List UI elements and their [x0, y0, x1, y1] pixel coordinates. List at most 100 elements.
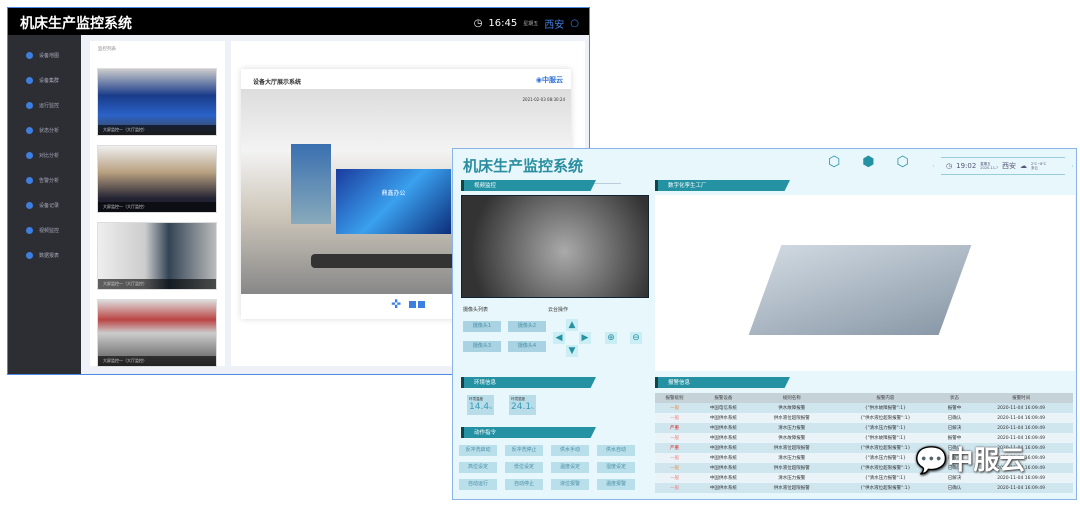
table-cell: 中国供水系统: [694, 443, 753, 453]
sidebar-item[interactable]: 视频监控: [8, 218, 81, 243]
command-button[interactable]: 温度报警: [597, 479, 635, 490]
nav-icon: [26, 202, 33, 209]
command-button[interactable]: 反冲洗停止: [505, 445, 543, 456]
table-row[interactable]: 严重 中国供水系统 清水压力报警 {"清水压力报警":1} 已解决 2020-11-04 …: [655, 423, 1073, 433]
brand-logo: ◉中服云: [535, 76, 563, 84]
thumbnail-caption: 大屏监控一（大厅监控）: [98, 279, 216, 289]
sidebar-item[interactable]: 状态分析: [8, 118, 81, 143]
digital-twin-view[interactable]: [655, 195, 1075, 371]
ptz-up-button[interactable]: ▲: [566, 319, 578, 331]
sidebar-item[interactable]: 设备集群: [8, 68, 81, 93]
dpad-icon[interactable]: ✜: [391, 297, 401, 311]
ptz-left-button[interactable]: ◀: [553, 332, 565, 344]
time: 19:02: [956, 162, 977, 170]
table-cell: 严重: [655, 443, 695, 453]
zoom-in-button[interactable]: [409, 301, 416, 308]
camera-button[interactable]: 摄像头2: [508, 321, 546, 332]
section-cmd: 动作指令: [461, 427, 596, 438]
power-icon[interactable]: ○: [570, 18, 579, 29]
column-header: 报警级别: [655, 393, 695, 403]
command-button[interactable]: 湿度设定: [597, 462, 635, 473]
command-button[interactable]: 自动停止: [505, 479, 543, 490]
column-header: 规则名称: [752, 393, 831, 403]
sidebar-item-label: 视频监控: [39, 228, 60, 234]
monitor-thumbnail[interactable]: 大屏监控一（大厅监控）: [97, 222, 217, 290]
location-icon[interactable]: ⬢: [862, 154, 874, 170]
env-value: 14.4: [469, 402, 490, 412]
time: 16:45: [488, 18, 518, 29]
table-cell: 严重: [655, 423, 695, 433]
table-cell: 一般: [655, 463, 695, 473]
nav-icon: [26, 252, 33, 259]
command-button[interactable]: 供水自动: [597, 445, 635, 456]
table-cell: 中国供水系统: [694, 453, 753, 463]
weather: 2℃~8℃ 多云: [1031, 162, 1047, 170]
column-header: 报警时间: [969, 393, 1073, 403]
watermark: 💬中服云: [915, 446, 1026, 476]
table-cell: 清水压力报警: [752, 423, 831, 433]
command-button[interactable]: 温度设定: [551, 462, 589, 473]
thumbnail-caption: 大屏监控一（大厅监控）: [98, 356, 216, 366]
app-title: 机床生产监控系统: [463, 157, 584, 175]
ptz-down-button[interactable]: ▼: [566, 345, 578, 357]
table-cell: 供水故障报警: [752, 433, 831, 443]
sidebar-item[interactable]: 运行监控: [8, 93, 81, 118]
sidebar-item[interactable]: 数据报表: [8, 243, 81, 268]
env-unit: ℃: [489, 406, 493, 410]
command-button[interactable]: 供水手动: [551, 445, 589, 456]
sidebar-item[interactable]: 告警分析: [8, 168, 81, 193]
table-row[interactable]: 一般 中国供水系统 供水液位超限报警 {"供水液位超限报警":1} 已确认 2020-11…: [655, 483, 1073, 493]
sidebar-item-label: 状态分析: [39, 128, 60, 134]
table-cell: 供水液位超限报警: [752, 443, 831, 453]
user-icon[interactable]: ⬡: [896, 154, 908, 170]
side-screen: [291, 144, 331, 224]
table-cell: 2020-11-04 16:09:49: [969, 413, 1073, 423]
table-cell: 中国供水系统: [694, 423, 753, 433]
command-button[interactable]: 液位报警: [551, 479, 589, 490]
monitor-thumbnail[interactable]: 大屏监控一（大厅监控）: [97, 299, 217, 367]
camera-button[interactable]: 摄像头1: [463, 321, 501, 332]
table-cell: 一般: [655, 413, 695, 423]
table-row[interactable]: 一般 中国电信系统 供水故障报警 {"供水故障报警":1} 报警中 2020-11-04 …: [655, 403, 1073, 413]
table-cell: {"供水故障报警":1}: [830, 403, 940, 413]
table-cell: 已确认: [939, 413, 970, 423]
table-cell: {"供水液位超限报警":1}: [830, 413, 940, 423]
header: 机床生产监控系统 ◷ 16:45 星期五 西安 ○: [8, 8, 589, 35]
zoom-out-icon[interactable]: ⊖: [630, 332, 642, 344]
status-bar: ◷ 19:02 星期五 2020-11-? 西安 ☁ 2℃~8℃ 多云: [933, 157, 1073, 175]
table-row[interactable]: 一般 中国供水系统 供水液位超限报警 {"供水液位超限报警":1} 已确认 2020-11…: [655, 413, 1073, 423]
section-alarm: 报警信息: [655, 377, 790, 388]
factory-icon[interactable]: ⬡: [828, 154, 840, 170]
camera-feed: [461, 195, 649, 298]
command-button[interactable]: 低位设定: [505, 462, 543, 473]
section-twin: 数字化孪生工厂: [655, 180, 790, 191]
command-button[interactable]: 自动运行: [459, 479, 497, 490]
monitor-thumbnail[interactable]: 大屏监控一（大厅监控）: [97, 145, 217, 213]
column-header: 报警内容: [830, 393, 940, 403]
camera-button[interactable]: 摄像头4: [508, 341, 546, 352]
table-cell: 供水故障报警: [752, 403, 831, 413]
sidebar-item-label: 对比分析: [39, 153, 60, 159]
zoom-out-button[interactable]: [418, 301, 425, 308]
sidebar-item[interactable]: 对比分析: [8, 143, 81, 168]
list-title: 监控列表: [98, 47, 116, 52]
clock-icon: ◷: [473, 18, 483, 29]
table-cell: 中国供水系统: [694, 463, 753, 473]
sidebar-item[interactable]: 设备记录: [8, 193, 81, 218]
monitor-list: 监控列表 大屏监控一（大厅监控） 大屏监控一（大厅监控） 大屏监控一（大厅监控） 大屏…: [90, 41, 225, 367]
nav-icon: [26, 102, 33, 109]
sidebar-item[interactable]: 设备地图: [8, 43, 81, 68]
monitor-thumbnail[interactable]: 大屏监控一（大厅监控）: [97, 68, 217, 136]
ptz-label: 云台操作: [548, 307, 569, 313]
video-wall: 鼎鑫办公: [336, 169, 451, 234]
table-cell: {"清水压力报警":1}: [830, 423, 940, 433]
camera-button[interactable]: 摄像头3: [463, 341, 501, 352]
nav-icon: [26, 227, 33, 234]
command-button[interactable]: 高位设定: [459, 462, 497, 473]
table-cell: 一般: [655, 453, 695, 463]
command-button[interactable]: 反冲洗启动: [459, 445, 497, 456]
nav-icon: [26, 177, 33, 184]
table-cell: 中国供水系统: [694, 433, 753, 443]
ptz-right-button[interactable]: ▶: [579, 332, 591, 344]
zoom-in-icon[interactable]: ⊕: [605, 332, 617, 344]
